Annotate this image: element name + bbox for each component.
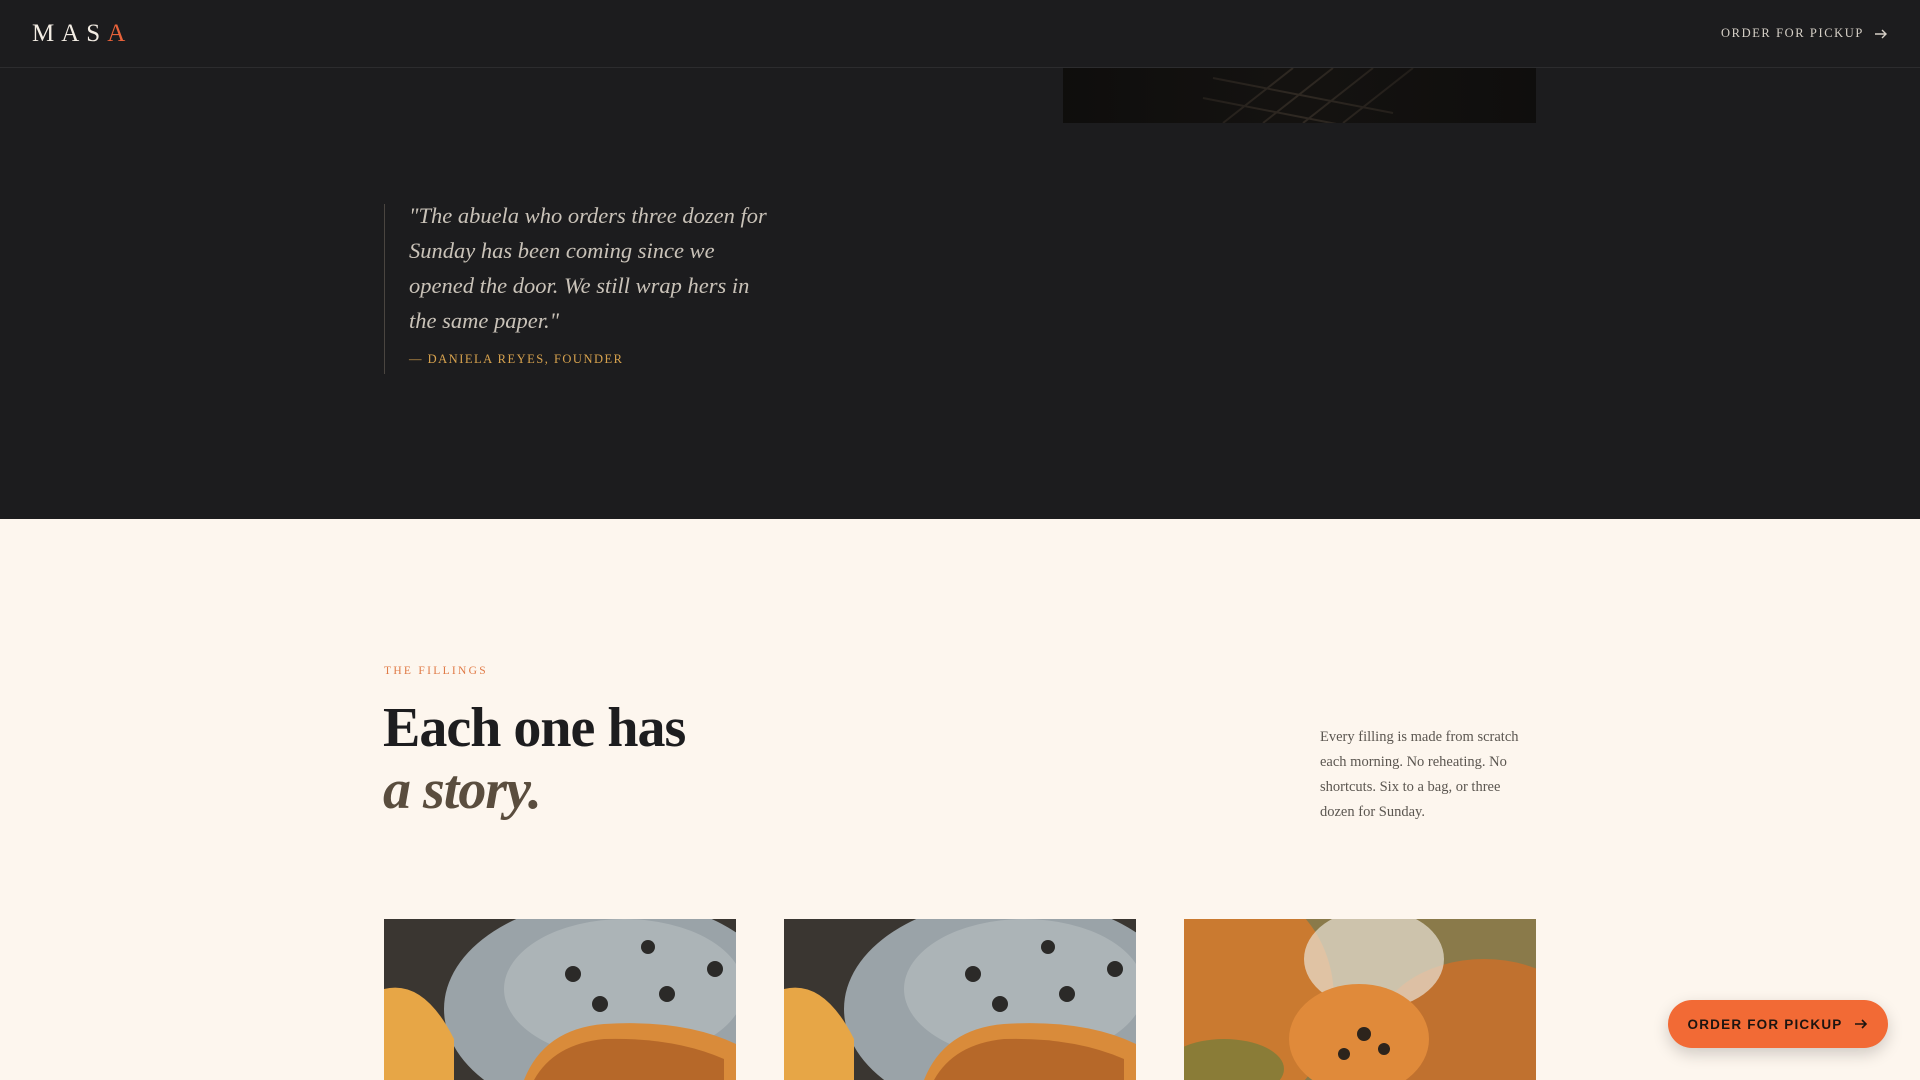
nav-order-label: ORDER FOR PICKUP [1721, 26, 1864, 40]
fillings-section: THE FILLINGS Each one has a story. Every… [0, 519, 1920, 1080]
arrow-right-icon [1855, 1019, 1868, 1029]
empanada-photo [784, 919, 1136, 1080]
quote-text: "The abuela who orders three dozen for S… [409, 203, 767, 333]
quote-author: — DANIELA REYES, FOUNDER [409, 352, 624, 366]
arrow-right-icon [1875, 29, 1887, 38]
filling-card-1[interactable] [384, 919, 736, 1080]
filling-card-2[interactable] [784, 919, 1136, 1080]
floating-order-button[interactable]: ORDER FOR PICKUP [1668, 1000, 1888, 1048]
hero-image [1063, 68, 1536, 123]
floating-order-label: ORDER FOR PICKUP [1687, 1016, 1843, 1032]
section-intro: Every filling is made from scratch each … [1320, 729, 1519, 820]
empanada-photo [384, 919, 736, 1080]
logo[interactable]: MASA [32, 20, 132, 48]
founder-quote: "The abuela who orders three dozen for S… [384, 203, 774, 374]
testimonial-section: "The abuela who orders three dozen for S… [0, 0, 1920, 519]
food-photo [1063, 68, 1536, 123]
heading-line-2: a story. [383, 759, 542, 821]
top-nav: MASA ORDER FOR PICKUP [0, 0, 1920, 68]
filling-closeup-photo [1184, 919, 1536, 1080]
section-heading: Each one has a story. [383, 697, 686, 821]
logo-accent: A [107, 20, 133, 47]
logo-text: MAS [32, 20, 108, 47]
section-eyebrow: THE FILLINGS [384, 665, 488, 677]
filling-card-3[interactable] [1184, 919, 1536, 1080]
heading-line-1: Each one has [383, 697, 686, 759]
nav-order-button[interactable]: ORDER FOR PICKUP [1721, 26, 1888, 41]
